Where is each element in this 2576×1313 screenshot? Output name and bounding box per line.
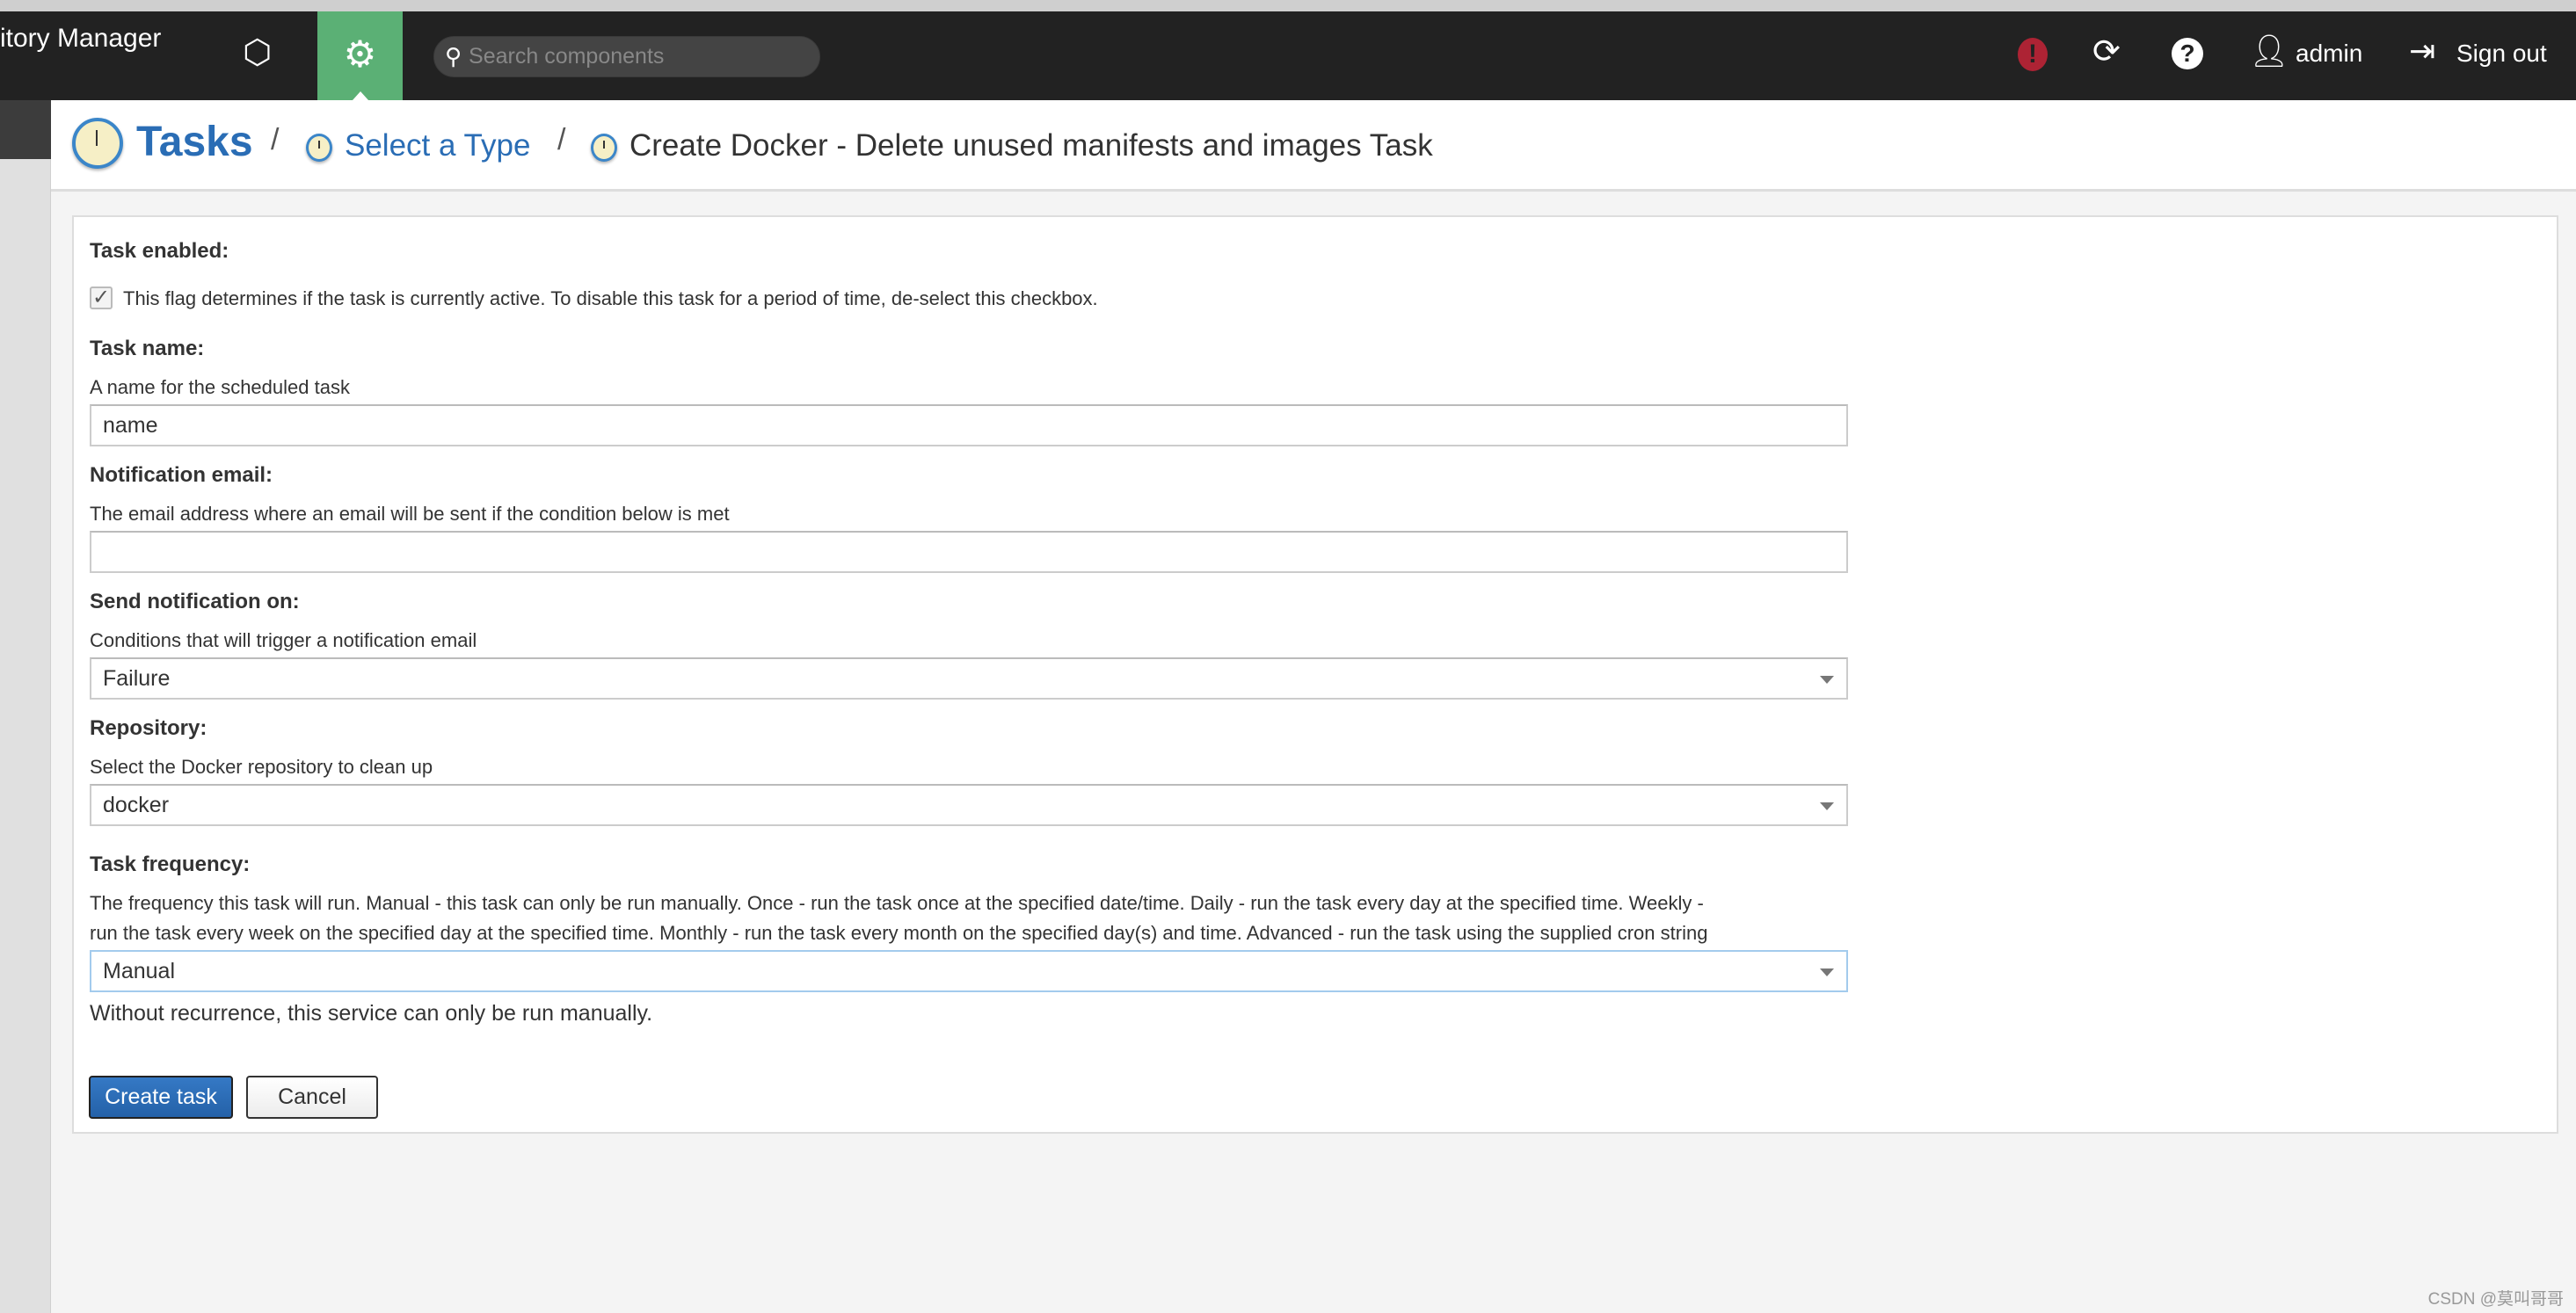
watermark: CSDN @莫叫哥哥 (2427, 1290, 2564, 1309)
cancel-button[interactable]: Cancel (246, 1076, 378, 1119)
task-enabled-label: Task enabled: (90, 239, 229, 263)
chevron-down-icon (1820, 802, 1834, 810)
task-frequency-help-line1: The frequency this task will run. Manual… (90, 892, 1704, 914)
send-notification-label: Send notification on: (90, 590, 300, 613)
send-notification-help: Conditions that will trigger a notificat… (90, 629, 477, 651)
search-box[interactable]: ⚲ (433, 36, 820, 77)
repository-help: Select the Docker repository to clean up (90, 756, 433, 778)
breadcrumb-tasks[interactable]: Tasks (136, 118, 253, 166)
chevron-down-icon (1820, 968, 1834, 976)
sign-out-icon[interactable]: ⇥ (2409, 35, 2435, 67)
notification-email-label: Notification email: (90, 463, 273, 487)
app-title: itory Manager (0, 24, 162, 53)
task-enabled-checkbox[interactable]: ✓ (90, 287, 113, 309)
window-top-strip (0, 0, 2576, 11)
create-task-button[interactable]: Create task (89, 1076, 233, 1119)
breadcrumb-current: Create Docker - Delete unused manifests … (629, 128, 1433, 163)
user-icon[interactable]: 👤︎ (2249, 35, 2289, 67)
task-name-input[interactable]: name (90, 404, 1848, 446)
search-input[interactable] (469, 44, 804, 69)
task-frequency-label: Task frequency: (90, 852, 251, 876)
refresh-icon[interactable]: ⟳ (2092, 35, 2121, 69)
repository-select[interactable]: docker (90, 784, 1848, 826)
task-frequency-note: Without recurrence, this service can onl… (90, 1001, 653, 1026)
notification-email-help: The email address where an email will be… (90, 503, 730, 525)
task-frequency-value: Manual (103, 959, 175, 983)
chevron-down-icon (1820, 676, 1834, 684)
search-icon: ⚲ (445, 43, 462, 69)
alert-icon[interactable]: ! (2018, 38, 2048, 71)
tasks-clock-icon (72, 118, 123, 169)
sidebar-active-item[interactable] (0, 100, 51, 159)
breadcrumb-separator: / (271, 123, 280, 156)
help-icon[interactable]: ? (2172, 38, 2203, 69)
notification-email-input[interactable] (90, 531, 1848, 573)
sidebar (0, 100, 51, 1313)
task-frequency-help-line2: run the task every week on the specified… (90, 922, 1708, 944)
send-notification-select[interactable]: Failure (90, 657, 1848, 700)
browse-cube-icon[interactable]: ⬡ (243, 36, 272, 69)
current-clock-icon (591, 134, 617, 162)
user-name[interactable]: admin (2296, 40, 2362, 68)
repository-label: Repository: (90, 716, 207, 740)
task-enabled-help: This flag determines if the task is curr… (123, 287, 1098, 309)
gear-icon: ⚙ (343, 33, 377, 75)
breadcrumb-separator: / (557, 123, 566, 156)
task-name-label: Task name: (90, 337, 205, 360)
repository-value: docker (103, 793, 170, 817)
send-notification-value: Failure (103, 666, 171, 691)
breadcrumb-select-type[interactable]: Select a Type (345, 128, 530, 163)
sign-out-link[interactable]: Sign out (2456, 40, 2547, 68)
admin-gear-tab[interactable]: ⚙ (317, 11, 403, 100)
task-frequency-select[interactable]: Manual (90, 950, 1848, 992)
select-type-clock-icon (306, 134, 332, 162)
active-caret (353, 91, 368, 100)
task-name-help: A name for the scheduled task (90, 376, 350, 398)
